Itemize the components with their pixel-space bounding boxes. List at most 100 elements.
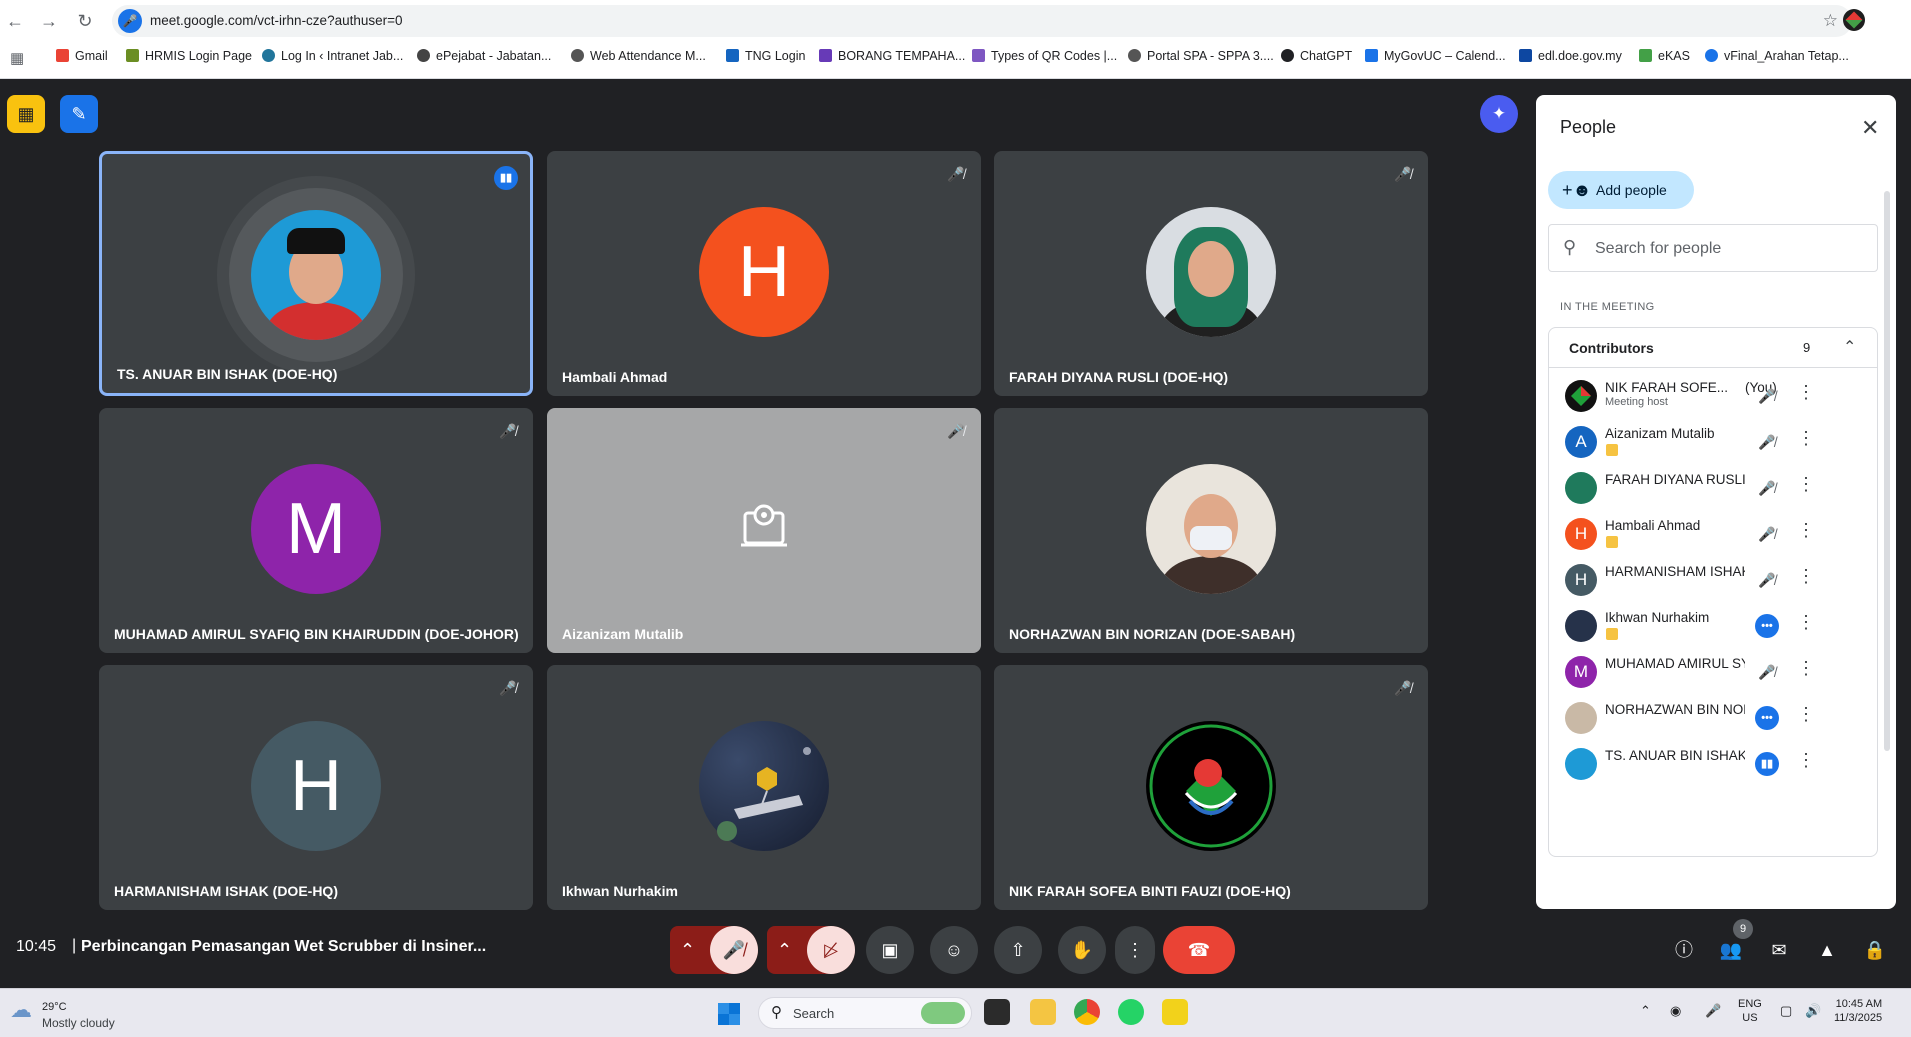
participant-tile[interactable]: NORHAZWAN BIN NORIZAN (DOE-SABAH) — [994, 408, 1428, 653]
more-vert-icon[interactable]: ⋮ — [1797, 704, 1815, 725]
participant-tile[interactable]: H 🎤̸ Hambali Ahmad — [547, 151, 981, 396]
more-vert-icon[interactable]: ⋮ — [1797, 612, 1815, 633]
more-vert-icon[interactable]: ⋮ — [1797, 474, 1815, 495]
participant-tile[interactable]: H 🎤̸ HARMANISHAM ISHAK (DOE-HQ) — [99, 665, 533, 910]
panel-scrollbar[interactable] — [1884, 191, 1890, 751]
raise-hand-button[interactable]: ✋ — [1058, 926, 1106, 974]
more-vert-icon[interactable]: ⋮ — [1797, 658, 1815, 679]
bookmark-intranet[interactable]: Log In ‹ Intranet Jab... — [262, 49, 403, 63]
tng-icon — [726, 49, 739, 62]
participant-name: FARAH DIYANA RUSLI (... — [1605, 472, 1745, 487]
bookmark-gmail[interactable]: Gmail — [56, 49, 108, 63]
participant-photo — [1146, 464, 1276, 594]
windows-start-icon[interactable] — [718, 1003, 740, 1025]
more-options-button[interactable]: ⋮ — [1115, 926, 1155, 974]
chevron-up-icon[interactable]: ⌃ — [1843, 337, 1856, 357]
back-icon[interactable]: ← — [2, 8, 28, 34]
participant-photo — [1565, 702, 1597, 734]
captions-button[interactable]: ▣ — [866, 926, 914, 974]
forward-icon[interactable]: → — [36, 8, 62, 34]
file-explorer-icon[interactable] — [1030, 999, 1056, 1025]
more-vert-icon[interactable]: ⋮ — [1797, 428, 1815, 449]
mic-toggle-button[interactable]: 🎤̸ — [710, 926, 758, 974]
bookmark-qr-codes[interactable]: Types of QR Codes |... — [972, 49, 1117, 63]
bookmark-vfinal[interactable]: vFinal_Arahan Tetap... — [1705, 49, 1849, 63]
participant-tile[interactable]: 🎤̸ NIK FARAH SOFEA BINTI FAUZI (DOE-HQ) — [994, 665, 1428, 910]
bookmark-hrmis[interactable]: HRMIS Login Page — [126, 49, 252, 63]
participant-row[interactable]: A Aizanizam Mutalib 🎤̸ ⋮ — [1549, 420, 1877, 466]
participant-tile[interactable]: M 🎤̸ MUHAMAD AMIRUL SYAFIQ BIN KHAIRUDDI… — [99, 408, 533, 653]
search-icon: ⚲ — [771, 1004, 782, 1021]
participant-tile[interactable]: Ikhwan Nurhakim — [547, 665, 981, 910]
chat-icon[interactable]: ✉ — [1766, 937, 1792, 963]
url-text[interactable]: meet.google.com/vct-irhn-cze?authuser=0 — [150, 13, 403, 28]
language-indicator[interactable]: ENG US — [1738, 997, 1762, 1025]
bookmark-mygovuc[interactable]: MyGovUC – Calend... — [1365, 49, 1506, 63]
microphone-site-icon[interactable]: 🎤 — [118, 9, 142, 33]
mic-off-icon: 🎤̸ — [1758, 664, 1776, 680]
participant-row[interactable]: NIK FARAH SOFE... (You) Meeting host 🎤̸ … — [1549, 374, 1877, 420]
participant-row[interactable]: M MUHAMAD AMIRUL SY... 🎤̸ ⋮ — [1549, 650, 1877, 696]
participant-tile[interactable]: 🎤̸ FARAH DIYANA RUSLI (DOE-HQ) — [994, 151, 1428, 396]
profile-avatar[interactable] — [1843, 9, 1865, 31]
meeting-info-icon[interactable]: ⓘ — [1671, 937, 1697, 963]
bookmark-borang[interactable]: BORANG TEMPAHA... — [819, 49, 965, 63]
taskbar-search[interactable]: ⚲ Search — [758, 997, 972, 1029]
system-clock[interactable]: 10:45 AM 11/3/2025 — [1834, 997, 1882, 1025]
more-vert-icon[interactable]: ⋮ — [1797, 520, 1815, 541]
chrome-icon[interactable] — [1074, 999, 1100, 1025]
participant-tile[interactable]: 🎤̸ Aizanizam Mutalib — [547, 408, 981, 653]
participant-name: Hambali Ahmad — [1605, 518, 1701, 533]
more-vert-icon[interactable]: ⋮ — [1797, 750, 1815, 771]
bookmark-star-icon[interactable]: ☆ — [1823, 11, 1838, 31]
address-bar[interactable]: 🎤 meet.google.com/vct-irhn-cze?authuser=… — [112, 5, 1852, 37]
bookmark-web-attendance[interactable]: Web Attendance M... — [571, 49, 706, 63]
reactions-button[interactable]: ☺ — [930, 926, 978, 974]
people-search-input[interactable]: ⚲ Search for people — [1548, 224, 1878, 272]
close-icon[interactable]: ✕ — [1861, 115, 1879, 141]
host-controls-icon[interactable]: 🔒 — [1862, 937, 1888, 963]
leave-call-button[interactable]: ☎ — [1163, 926, 1235, 974]
participant-row[interactable]: FARAH DIYANA RUSLI (... 🎤̸ ⋮ — [1549, 466, 1877, 512]
volume-icon[interactable]: 🔊 — [1805, 1003, 1821, 1019]
participant-count-badge: 9 — [1733, 919, 1753, 939]
more-vert-icon[interactable]: ⋮ — [1797, 382, 1815, 403]
more-vert-icon[interactable]: ⋮ — [1797, 566, 1815, 587]
task-view-icon[interactable] — [984, 999, 1010, 1025]
sticky-notes-icon[interactable] — [1162, 999, 1188, 1025]
participant-row[interactable]: H Hambali Ahmad 🎤̸ ⋮ — [1549, 512, 1877, 558]
people-icon[interactable]: 👥 — [1718, 937, 1744, 963]
activities-icon[interactable]: ▲ — [1814, 937, 1840, 963]
participant-row[interactable]: H HARMANISHAM ISHAK ... 🎤̸ ⋮ — [1549, 558, 1877, 604]
add-people-button[interactable]: +☻ Add people — [1548, 171, 1694, 209]
chevron-up-icon[interactable]: ⌃ — [1640, 1003, 1651, 1019]
whatsapp-icon[interactable] — [1118, 999, 1144, 1025]
effects-button[interactable]: ✦ — [1480, 95, 1518, 133]
participant-avatar: H — [251, 721, 381, 851]
notes-button[interactable]: ✎ — [60, 95, 98, 133]
network-icon[interactable]: ◉ — [1670, 1003, 1681, 1019]
weather-text[interactable]: Mostly cloudy — [42, 1016, 115, 1030]
bookmark-portal-spa[interactable]: Portal SPA - SPPA 3.... — [1128, 49, 1274, 63]
display-icon[interactable]: ▢ — [1780, 1003, 1792, 1019]
bookmark-tng[interactable]: TNG Login — [726, 49, 805, 63]
bookmark-chatgpt[interactable]: ChatGPT — [1281, 49, 1352, 63]
participant-row[interactable]: Ikhwan Nurhakim ••• ⋮ — [1549, 604, 1877, 650]
bookmark-epejabat[interactable]: ePejabat - Jabatan... — [417, 49, 551, 63]
camera-toggle-button[interactable]: ▷̸ — [807, 926, 855, 974]
chevron-up-icon: ⌃ — [777, 940, 793, 960]
reload-icon[interactable]: ↻ — [72, 8, 98, 34]
cloud-icon[interactable]: ☁ — [10, 997, 32, 1023]
participant-row[interactable]: NORHAZWAN BIN NORI... ••• ⋮ — [1549, 696, 1877, 742]
apps-grid-icon[interactable]: ▦ — [10, 49, 24, 67]
participant-name: FARAH DIYANA RUSLI (DOE-HQ) — [1009, 369, 1229, 385]
bookmark-edl[interactable]: edl.doe.gov.my — [1519, 49, 1622, 63]
bookmark-ekas[interactable]: eKAS — [1639, 49, 1690, 63]
microphone-icon[interactable]: 🎤 — [1705, 1003, 1721, 1019]
contributors-header[interactable]: Contributors 9 ⌃ — [1549, 328, 1877, 368]
participant-tile[interactable]: ▮▮ TS. ANUAR BIN ISHAK (DOE-HQ) — [99, 151, 533, 396]
host-controls-button[interactable]: ▦ — [7, 95, 45, 133]
temperature[interactable]: 29°C — [42, 1001, 67, 1013]
participant-row[interactable]: TS. ANUAR BIN ISHAK (... ▮▮ ⋮ — [1549, 742, 1877, 788]
present-button[interactable]: ⇧ — [994, 926, 1042, 974]
